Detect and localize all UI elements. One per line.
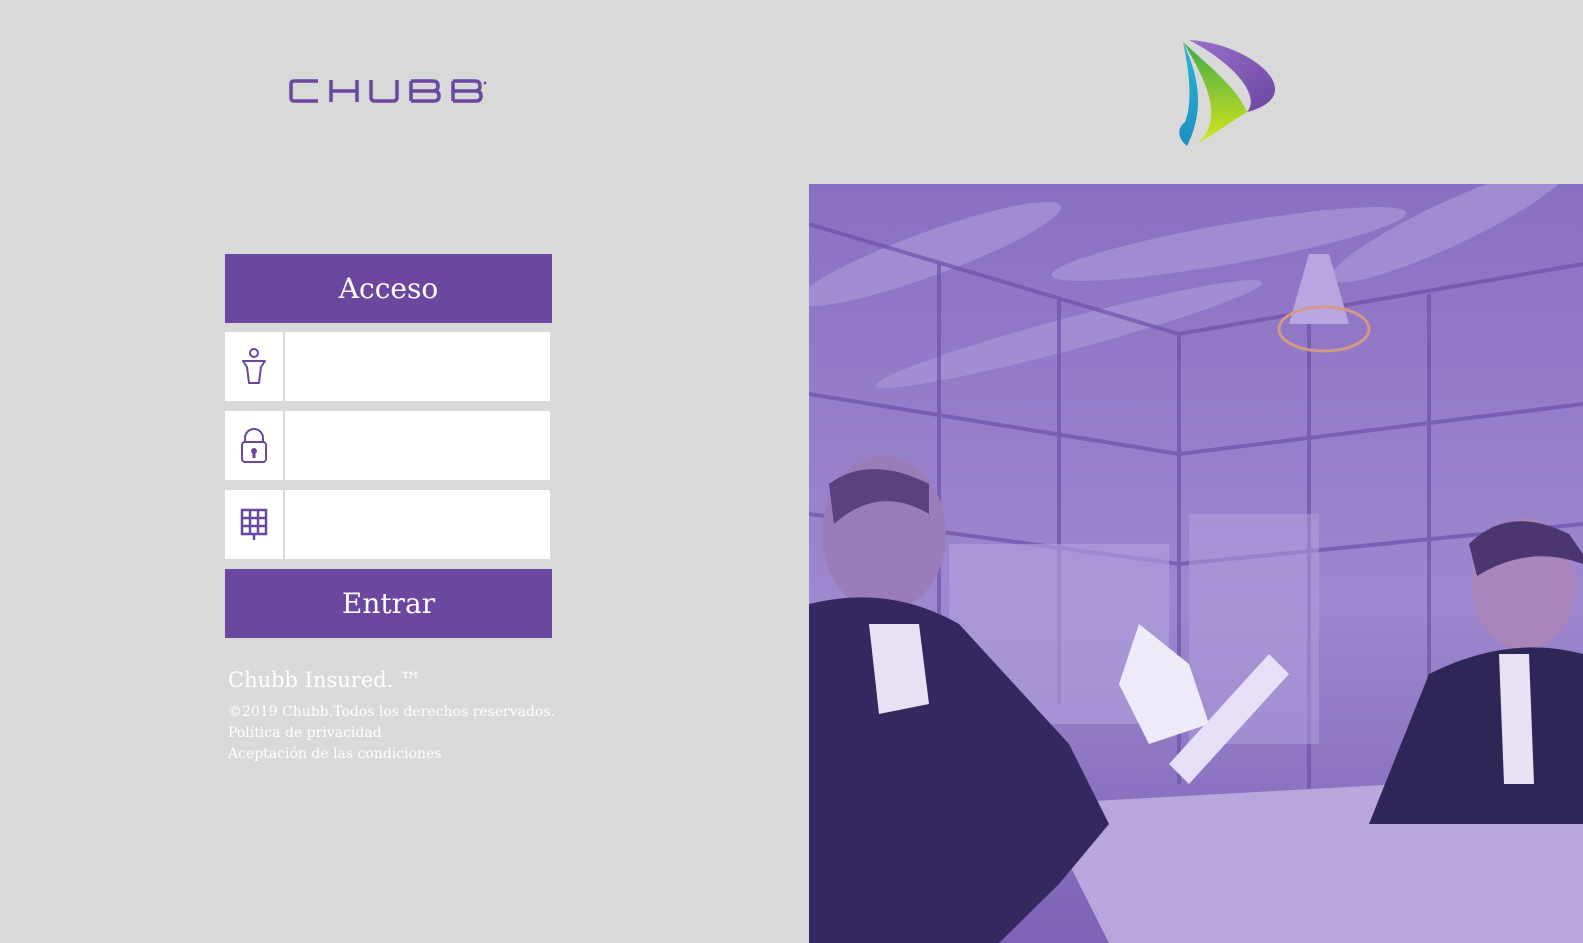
brand-mark-icon bbox=[1179, 40, 1276, 146]
login-button[interactable]: Entrar bbox=[225, 569, 552, 638]
username-input[interactable] bbox=[285, 332, 550, 401]
login-panel: Acceso Entrar bbox=[225, 254, 552, 638]
footer-brand: Chubb Insured. ™ bbox=[228, 668, 422, 692]
keypad-icon bbox=[225, 490, 285, 559]
login-title: Acceso bbox=[225, 254, 552, 323]
copyright-text: ©2019 Chubb.Todos los derechos reservado… bbox=[228, 704, 556, 720]
office-meeting-illustration bbox=[809, 184, 1583, 943]
footer: Chubb Insured. ™ ©2019 Chubb.Todos los d… bbox=[228, 668, 555, 765]
privacy-link[interactable]: Política de privacidad bbox=[228, 723, 555, 744]
code-row bbox=[225, 490, 550, 559]
chubb-logo bbox=[289, 79, 487, 103]
password-input[interactable] bbox=[285, 411, 550, 480]
hero-photo bbox=[809, 184, 1583, 943]
username-row bbox=[225, 332, 550, 401]
lock-icon bbox=[225, 411, 285, 480]
terms-link[interactable]: Aceptación de las condiciones bbox=[228, 744, 555, 765]
password-row bbox=[225, 411, 550, 480]
code-input[interactable] bbox=[285, 490, 550, 559]
user-icon bbox=[225, 332, 285, 401]
